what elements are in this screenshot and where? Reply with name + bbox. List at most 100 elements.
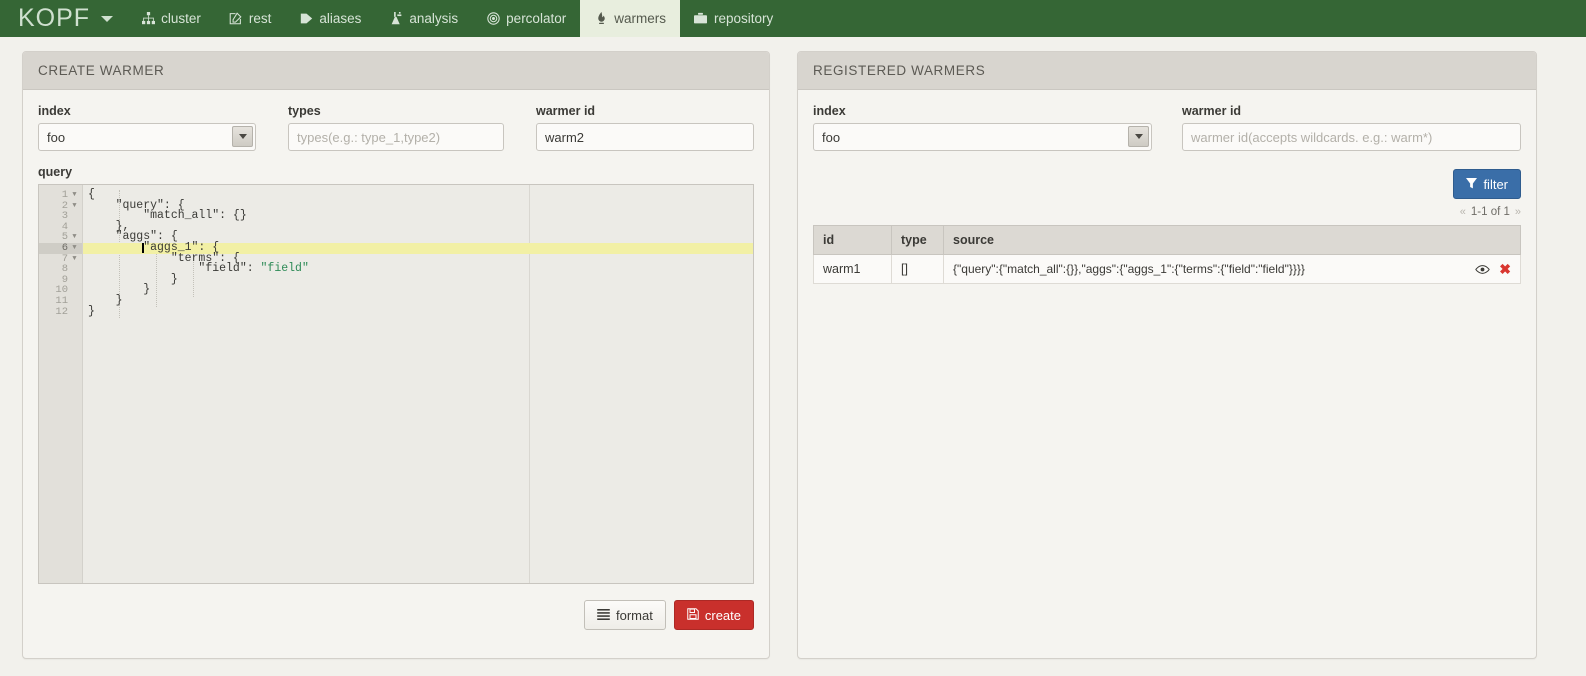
row-actions: ✖	[1475, 262, 1511, 276]
briefcase-icon	[694, 12, 708, 26]
brand-label: KOPF	[18, 4, 91, 32]
filter-button[interactable]: filter	[1453, 169, 1521, 199]
editor-code-area[interactable]: { "query": { "match_all": {} }, "aggs": …	[83, 185, 753, 583]
editor-line-number[interactable]: 3	[39, 211, 82, 222]
align-justify-icon	[597, 608, 610, 623]
editor-code-line[interactable]: },	[83, 221, 753, 233]
filter-button-label: filter	[1483, 176, 1508, 192]
editor-line-number[interactable]: 7 ▼	[39, 253, 82, 265]
nav-item-analysis[interactable]: analysis	[375, 0, 472, 37]
fold-arrow-icon[interactable]: ▼	[70, 254, 79, 265]
nav-item-label: aliases	[319, 11, 362, 26]
nav-item-aliases[interactable]: aliases	[285, 0, 375, 37]
fold-arrow-icon[interactable]: ▼	[70, 232, 79, 243]
editor-line-number[interactable]: 2 ▼	[39, 200, 82, 212]
save-icon	[687, 607, 699, 623]
editor-code-line[interactable]: }	[83, 305, 753, 318]
query-editor[interactable]: 1 ▼ 2 ▼ 3 4 5 ▼ 6 ▼ 7 ▼ 8 9 10 11 12 { "query": { "match…	[38, 184, 754, 584]
chevron-down-icon[interactable]	[232, 126, 253, 147]
top-navbar: KOPF cluster rest aliases analysis perco…	[0, 0, 1586, 37]
warmer-id-field-group: warmer id	[536, 104, 754, 151]
editor-line-number[interactable]: 11	[39, 296, 82, 307]
nav-item-label: analysis	[409, 11, 459, 26]
create-button-label: create	[704, 607, 741, 623]
filter-warmer-id-label: warmer id	[1182, 104, 1242, 118]
editor-action-buttons: format create	[38, 584, 754, 630]
editor-line-number[interactable]: 1 ▼	[39, 190, 82, 201]
filter-index-field-group: index	[813, 104, 1152, 151]
index-field-group: index	[38, 104, 256, 151]
editor-gutter[interactable]: 1 ▼ 2 ▼ 3 4 5 ▼ 6 ▼ 7 ▼ 8 9 10 11 12	[39, 185, 83, 583]
editor-line-number[interactable]: 8	[39, 264, 82, 275]
close-icon[interactable]: ✖	[1499, 262, 1511, 276]
fold-arrow-icon[interactable]: ▼	[70, 243, 79, 254]
editor-line-number[interactable]: 5 ▼	[39, 232, 82, 243]
tag-icon	[299, 12, 313, 26]
create-warmer-body: index types warmer id query 1▼2▼345	[23, 90, 769, 658]
pagination-next[interactable]: »	[1515, 206, 1521, 218]
column-header-id: id	[813, 225, 892, 255]
format-button[interactable]: format	[584, 600, 666, 630]
nav-item-warmers[interactable]: warmers	[580, 0, 680, 37]
create-warmer-title: CREATE WARMER	[23, 52, 769, 90]
source-json: {"query":{"match_all":{}},"aggs":{"aggs_…	[953, 262, 1305, 276]
registered-warmers-panel: REGISTERED WARMERS index warmer id	[797, 51, 1537, 659]
table-row: warm1 [] {"query":{"match_all":{}},"aggs…	[813, 254, 1521, 284]
registered-warmers-fields-row: index warmer id	[813, 104, 1521, 151]
pagination-prev[interactable]: «	[1460, 206, 1466, 218]
nav-item-percolator[interactable]: percolator	[472, 0, 580, 37]
filter-index-select-wrap[interactable]	[813, 123, 1152, 151]
filter-index-select[interactable]	[813, 123, 1152, 151]
edit-icon	[229, 12, 243, 26]
nav-item-cluster[interactable]: cluster	[127, 0, 215, 37]
fold-arrow-icon[interactable]: ▼	[70, 201, 79, 212]
cell-type: []	[891, 254, 944, 284]
create-button[interactable]: create	[673, 600, 754, 630]
index-label: index	[38, 104, 71, 118]
nav-item-repository[interactable]: repository	[680, 0, 787, 37]
pagination-status: 1-1 of 1	[1470, 206, 1510, 218]
column-header-source: source	[943, 225, 1521, 255]
filter-index-label: index	[813, 104, 846, 118]
chevron-down-icon[interactable]	[101, 15, 114, 22]
editor-line-number[interactable]: 6 ▼	[39, 243, 82, 254]
editor-code-line[interactable]: "match_all": {}	[83, 210, 753, 222]
index-select[interactable]	[38, 123, 256, 151]
warmer-id-label: warmer id	[536, 104, 596, 118]
warmers-table-body: warm1 [] {"query":{"match_all":{}},"aggs…	[813, 254, 1521, 284]
chevron-down-icon[interactable]	[1128, 126, 1149, 147]
brand-logo[interactable]: KOPF	[0, 0, 127, 37]
types-input[interactable]	[288, 123, 504, 151]
registered-warmers-body: index warmer id	[798, 90, 1536, 658]
create-warmer-panel: CREATE WARMER index types warmer id	[22, 51, 770, 659]
sitemap-icon	[141, 12, 155, 26]
filter-warmer-id-input[interactable]	[1182, 123, 1521, 151]
nav-item-rest[interactable]: rest	[215, 0, 286, 37]
table-header-row: id type source	[813, 225, 1521, 255]
editor-code-line[interactable]: }	[83, 274, 753, 286]
warmers-table-head: id type source	[813, 225, 1521, 255]
fold-arrow-icon[interactable]: ▼	[70, 190, 79, 201]
editor-line-number[interactable]: 4	[39, 222, 82, 233]
editor-code-line[interactable]: "field": "field"	[83, 263, 753, 275]
editor-line-number[interactable]: 12	[39, 306, 82, 318]
page-content: CREATE WARMER index types warmer id	[0, 37, 1586, 659]
pagination: « 1-1 of 1 »	[813, 206, 1521, 218]
editor-code-line[interactable]: }	[83, 284, 753, 296]
filter-icon	[1466, 177, 1478, 192]
create-warmer-fields-row: index types warmer id	[38, 104, 754, 151]
query-label: query	[38, 165, 73, 179]
cell-source: {"query":{"match_all":{}},"aggs":{"aggs_…	[943, 254, 1521, 284]
nav-item-label: repository	[713, 11, 774, 26]
editor-code-line[interactable]: }	[83, 295, 753, 307]
warmer-id-input[interactable]	[536, 123, 754, 151]
eye-icon[interactable]	[1475, 264, 1491, 275]
format-button-label: format	[616, 607, 653, 623]
index-select-wrap[interactable]	[38, 123, 256, 151]
nav-item-label: rest	[248, 11, 272, 26]
nav-item-label: warmers	[614, 11, 666, 26]
types-label: types	[288, 104, 321, 118]
registered-warmers-title: REGISTERED WARMERS	[798, 52, 1536, 90]
types-field-group: types	[288, 104, 504, 151]
nav-item-label: percolator	[506, 11, 567, 26]
